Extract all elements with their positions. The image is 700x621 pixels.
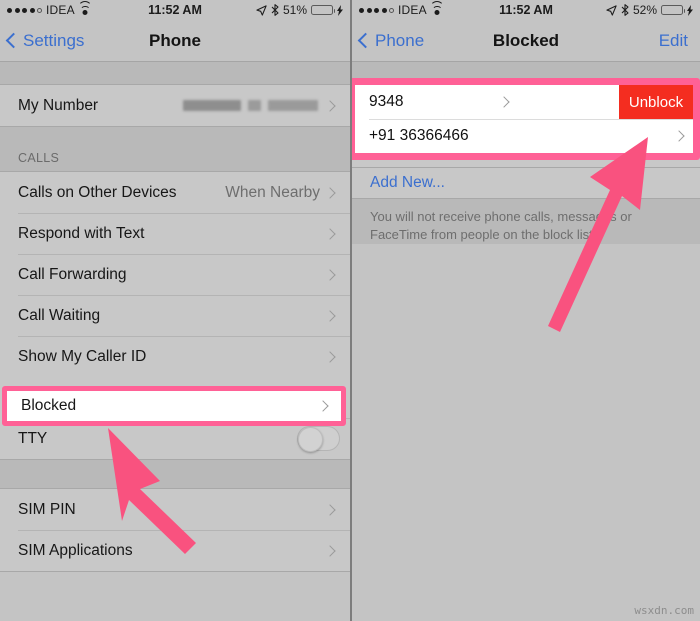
blocked-entry-row[interactable]: +91 36366466 [355, 119, 693, 153]
row-call-waiting[interactable]: Call Waiting [0, 295, 350, 336]
wifi-icon [78, 1, 93, 15]
blocked-entry-row[interactable]: 9348 Unblock [355, 85, 693, 119]
nav-bar-right: Phone Blocked Edit [352, 20, 700, 62]
chevron-right-icon [317, 400, 333, 412]
tty-toggle[interactable] [297, 426, 340, 452]
settings-list: My Number CALLS Calls on Other Devices W… [0, 62, 350, 572]
row-label: TTY [18, 429, 48, 447]
blocked-footnote: You will not receive phone calls, messag… [352, 199, 700, 244]
chevron-left-icon [5, 32, 22, 49]
bluetooth-icon [271, 4, 279, 16]
row-label: Call Forwarding [18, 265, 127, 283]
row-value: When Nearby [225, 183, 320, 201]
phone-settings-panel: IDEA 11:52 AM 51% Settings Phone My Numb… [0, 0, 350, 621]
row-label: Calls on Other Devices [18, 183, 177, 201]
blocked-number: 9348 [369, 93, 404, 110]
row-label: SIM PIN [18, 500, 76, 518]
redacted-phone-number [183, 100, 326, 111]
sim-group: SIM PIN SIM Applications [0, 488, 350, 572]
row-label: Show My Caller ID [18, 347, 147, 365]
status-bar-right-group: 52% [606, 3, 693, 17]
spacer-top [0, 62, 350, 84]
section-header-calls: CALLS [0, 151, 350, 171]
chevron-right-icon [324, 227, 340, 240]
battery-icon [311, 5, 335, 15]
back-to-settings-button[interactable]: Settings [0, 31, 84, 51]
row-calls-on-other-devices[interactable]: Calls on Other Devices When Nearby [0, 172, 350, 213]
row-call-forwarding[interactable]: Call Forwarding [0, 254, 350, 295]
chevron-right-icon [324, 309, 340, 322]
chevron-right-icon [324, 268, 340, 281]
carrier-name: IDEA [46, 3, 75, 17]
chevron-right-icon [498, 96, 522, 108]
row-sim-applications[interactable]: SIM Applications [0, 530, 350, 571]
status-bar-left: IDEA 11:52 AM 51% [0, 0, 350, 20]
back-to-phone-button[interactable]: Phone [352, 31, 424, 51]
status-bar-left-group: IDEA [359, 1, 445, 17]
spacer-calls [0, 127, 350, 153]
spacer-sim [0, 460, 350, 488]
bluetooth-icon [621, 4, 629, 16]
edit-button[interactable]: Edit [659, 31, 700, 51]
row-respond-with-text[interactable]: Respond with Text [0, 213, 350, 254]
lightning-bolt-icon [337, 4, 343, 16]
row-show-my-caller-id[interactable]: Show My Caller ID [0, 336, 350, 377]
chevron-right-icon [324, 186, 340, 199]
row-sim-pin[interactable]: SIM PIN [0, 489, 350, 530]
back-button-label: Phone [375, 30, 425, 50]
blocked-entries-highlighted: 9348 Unblock +91 36366466 [352, 78, 700, 160]
row-blocked-highlighted[interactable]: Blocked [2, 386, 346, 426]
chevron-left-icon [357, 32, 374, 49]
row-label: Call Waiting [18, 306, 101, 324]
battery-icon [661, 5, 685, 15]
battery-percent-label: 52% [632, 3, 657, 17]
chevron-right-icon [324, 99, 340, 112]
my-number-group: My Number [0, 84, 350, 127]
location-arrow-icon [606, 4, 617, 16]
unblock-button[interactable]: Unblock [618, 85, 693, 119]
row-label: My Number [18, 96, 99, 114]
location-arrow-icon [256, 4, 267, 16]
back-button-label: Settings [23, 30, 85, 50]
chevron-right-icon [324, 503, 340, 516]
row-label: SIM Applications [18, 541, 133, 559]
screenshot-stage: IDEA 11:52 AM 51% Settings Phone My Numb… [0, 0, 700, 621]
status-bar-left-group: IDEA [7, 1, 93, 17]
cellular-signal-dots-icon [7, 7, 42, 13]
nav-bar-left: Settings Phone [0, 20, 350, 62]
watermark: wsxdn.com [634, 604, 694, 617]
toggle-knob [298, 427, 323, 452]
chevron-right-icon [324, 544, 340, 557]
add-new-button[interactable]: Add New... [352, 168, 700, 199]
chevron-right-icon [324, 350, 340, 363]
wifi-icon [430, 1, 445, 15]
blocked-number: +91 36366466 [369, 127, 469, 144]
row-label: Respond with Text [18, 224, 145, 242]
chevron-right-icon [673, 130, 693, 142]
carrier-name: IDEA [398, 3, 427, 17]
row-my-number[interactable]: My Number [0, 85, 350, 126]
status-bar-right-group: 51% [256, 3, 343, 17]
lightning-bolt-icon [687, 4, 693, 16]
blocked-list-panel: IDEA 11:52 AM 52% Phone Blocked Edit Add… [350, 0, 700, 621]
cellular-signal-dots-icon [359, 7, 394, 13]
status-bar-right: IDEA 11:52 AM 52% [352, 0, 700, 20]
battery-percent-label: 51% [282, 3, 307, 17]
row-label: Blocked [21, 397, 77, 414]
